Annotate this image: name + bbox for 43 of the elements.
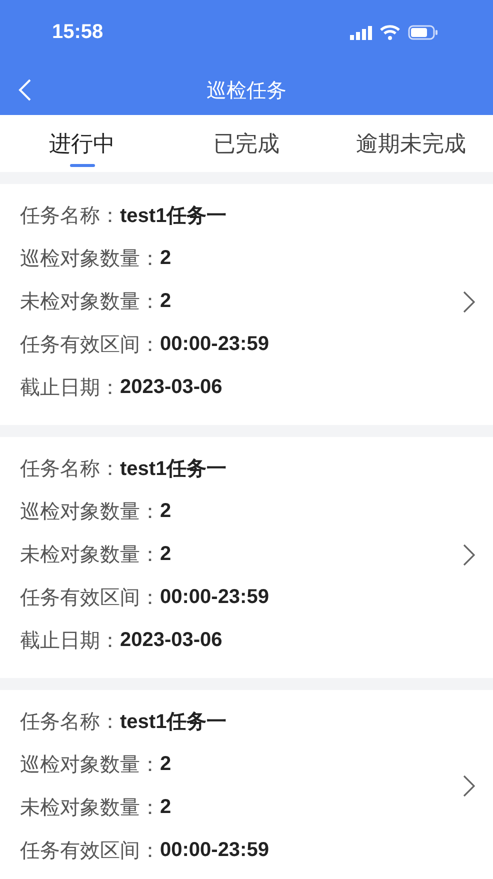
field-label: 巡检对象数量： (20, 753, 160, 778)
field-label: 截止日期： (20, 629, 120, 654)
tab[interactable]: 已完成 (164, 115, 329, 172)
page-title: 巡检任务 (206, 78, 286, 104)
tab[interactable]: 逾期未完成 (328, 115, 493, 172)
field-value: 00:00-23:59 (160, 839, 269, 862)
field-label: 巡检对象数量： (20, 500, 160, 525)
field-value: 2 (160, 543, 172, 566)
field-label: 任务有效区间： (20, 839, 160, 864)
field-value: 2 (160, 290, 172, 313)
field-label: 截止日期： (20, 376, 120, 401)
field-label: 任务有效区间： (20, 586, 160, 611)
field-value: 00:00-23:59 (160, 586, 269, 609)
field-value: 2 (160, 796, 172, 819)
task-card[interactable]: 任务名称：test1任务一 巡检对象数量：2 未检对象数量：2 任务有效区间：00:00-23:59 截止日期：2023-03-06 (0, 437, 493, 678)
task-card[interactable]: 任务名称：test1任务一 巡检对象数量：2 未检对象数量：2 任务有效区间：00:00-23:59 截止日期：2023-03-06 (0, 184, 493, 425)
wifi-icon (380, 25, 400, 40)
field-label: 任务名称： (20, 457, 120, 482)
field-value: test1任务一 (120, 204, 227, 229)
field-label: 任务名称： (20, 710, 120, 735)
signal-icon (350, 26, 372, 40)
chevron-icon (463, 775, 475, 797)
field-value: 2 (160, 500, 172, 523)
field-value: test1任务一 (120, 457, 227, 482)
field-value: 2023-03-06 (120, 376, 222, 399)
field-value: 2023-03-06 (120, 629, 222, 652)
tab[interactable]: 进行中 (0, 115, 164, 172)
field-label: 任务名称： (20, 204, 120, 229)
back-icon[interactable] (18, 79, 32, 101)
field-label: 未检对象数量： (20, 543, 160, 568)
field-label: 未检对象数量： (20, 290, 160, 315)
field-value: 2 (160, 247, 172, 270)
field-label: 未检对象数量： (20, 796, 160, 821)
field-value: test1任务一 (120, 710, 227, 735)
task-card[interactable]: 任务名称：test1任务一 巡检对象数量：2 未检对象数量：2 任务有效区间：00:00-23:59 (0, 690, 493, 879)
chevron-icon (463, 544, 475, 566)
field-label: 巡检对象数量： (20, 247, 160, 272)
field-value: 2 (160, 753, 172, 776)
battery-icon (408, 25, 438, 40)
status-time: 15:58 (52, 21, 104, 44)
field-label: 任务有效区间： (20, 333, 160, 358)
field-value: 00:00-23:59 (160, 333, 269, 356)
chevron-icon (463, 290, 475, 312)
